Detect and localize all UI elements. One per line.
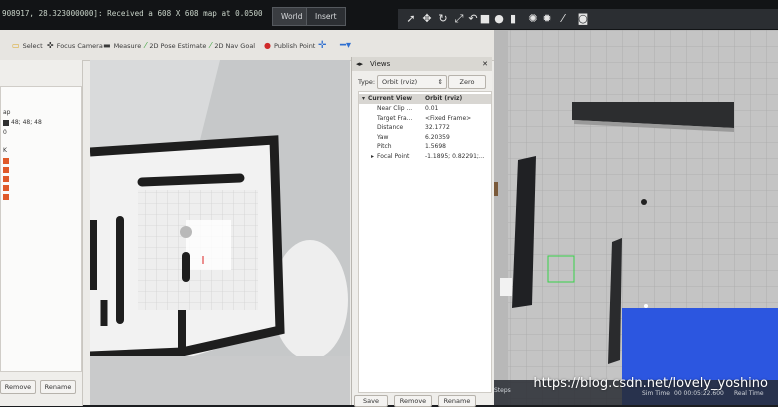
close-icon[interactable]: ✕	[482, 57, 488, 71]
property-row[interactable]: ▸ Focal Point -1.1895; 0.82291;...	[359, 152, 491, 162]
measure-button[interactable]: ▬ Measure	[103, 39, 141, 53]
occupancy-map-render	[90, 60, 350, 405]
sphere-icon[interactable]: ●	[492, 12, 506, 26]
sun-icon[interactable]: ✺	[526, 12, 540, 26]
display-row[interactable]: 0	[3, 129, 7, 136]
views-title-bar: ◂▸ Views ✕	[352, 57, 492, 71]
zero-button[interactable]: Zero	[448, 75, 486, 89]
nav-goal-icon: ⁄	[210, 41, 212, 50]
select-tool-button[interactable]: ▭ Select	[12, 39, 43, 53]
views-panel-icon: ◂▸	[356, 60, 364, 68]
focus-camera-icon: ✜	[47, 41, 54, 50]
displays-panel: ap 48; 48; 48 0 K Remove Rename	[0, 60, 83, 406]
publish-point-button[interactable]: ● Publish Point	[264, 39, 315, 53]
select-icon: ▭	[12, 41, 20, 50]
color-swatch	[3, 119, 9, 126]
remove-display-button[interactable]: Remove	[0, 380, 36, 394]
display-row[interactable]: 48; 48; 48	[3, 119, 42, 126]
rename-view-button[interactable]: Rename	[438, 395, 476, 407]
expand-arrow-icon[interactable]: ▸	[371, 152, 374, 162]
steps-label: Steps	[494, 387, 511, 394]
property-row[interactable]: Near Clip ... 0.01	[359, 104, 491, 114]
real-time-label: Real Time	[734, 390, 764, 397]
rename-display-button[interactable]: Rename	[40, 380, 76, 394]
box-icon[interactable]: ■	[478, 12, 492, 26]
sim-time-value: 00 00:05:22.600	[674, 390, 724, 397]
measure-icon: ▬	[103, 41, 111, 50]
checkbox-icon[interactable]	[3, 157, 11, 164]
terminal-log-text: 908917, 28.323000000]: Received a 608 X …	[2, 9, 263, 18]
checkbox-icon[interactable]	[3, 166, 11, 173]
property-row[interactable]: Distance 32.1772	[359, 123, 491, 133]
remove-tool-icon[interactable]: ━▾	[340, 39, 351, 53]
cylinder-icon[interactable]: ▮	[506, 12, 520, 26]
nav-goal-button[interactable]: ⁄ 2D Nav Goal	[210, 39, 255, 53]
displays-tree: ap 48; 48; 48 0 K	[0, 86, 82, 372]
type-label: Type:	[358, 78, 376, 86]
checkbox-icon[interactable]	[3, 193, 11, 200]
property-row[interactable]: Yaw 6.20359	[359, 133, 491, 143]
select-arrow-icon[interactable]: ➚	[404, 12, 418, 26]
gazebo-scene[interactable]	[494, 30, 778, 405]
save-view-button[interactable]: Save	[354, 395, 388, 407]
translate-icon[interactable]: ✥	[420, 12, 434, 26]
display-row[interactable]: ap	[3, 109, 11, 116]
box-brown	[494, 182, 498, 196]
pose-estimate-icon: ⁄	[145, 41, 147, 50]
box-white	[500, 278, 512, 296]
rviz-3d-viewport[interactable]	[90, 60, 350, 405]
tab-insert[interactable]: Insert	[306, 7, 346, 26]
display-row[interactable]: K	[3, 147, 7, 154]
scale-icon[interactable]: ⤢	[452, 12, 466, 26]
view-type-select[interactable]: Orbit (rviz) ⇕	[377, 75, 447, 89]
chevron-updown-icon: ⇕	[437, 78, 443, 86]
property-row[interactable]: Pitch 1.5698	[359, 142, 491, 152]
sim-time-label: Sim Time	[642, 390, 670, 397]
gazebo-world-render	[494, 30, 778, 405]
property-row[interactable]: Target Fra... <Fixed Frame>	[359, 114, 491, 124]
watermark-text: https://blog.csdn.net/lovely_yoshino	[533, 376, 768, 391]
screenshot-icon[interactable]: ◙	[576, 12, 590, 26]
add-tool-icon[interactable]: ✛	[318, 39, 326, 53]
publish-point-icon: ●	[264, 41, 271, 50]
current-view-row[interactable]: ▾ Current View Orbit (rviz)	[359, 94, 491, 104]
gazebo-toolbar: ➚ ✥ ↻ ⤢ ↶ ■ ● ▮ ✺ ✹ ⁄ ◙	[398, 9, 778, 29]
rotate-icon[interactable]: ↻	[436, 12, 450, 26]
small-object	[641, 199, 647, 205]
views-panel: ◂▸ Views ✕ Type: Orbit (rviz) ⇕ Zero ▾ Cu…	[351, 57, 492, 407]
focus-camera-button[interactable]: ✜ Focus Camera	[47, 39, 103, 53]
pose-estimate-button[interactable]: ⁄ 2D Pose Estimate	[145, 39, 206, 53]
robot-marker	[180, 226, 192, 238]
checkbox-icon[interactable]	[3, 175, 11, 182]
views-title: Views	[370, 60, 391, 68]
checkbox-icon[interactable]	[3, 184, 11, 191]
spot-light-icon[interactable]: ✹	[540, 12, 554, 26]
expand-arrow-icon[interactable]: ▾	[362, 94, 365, 104]
remove-view-button[interactable]: Remove	[394, 395, 432, 407]
views-property-tree: ▾ Current View Orbit (rviz) Near Clip ..…	[358, 91, 492, 393]
directional-light-icon[interactable]: ⁄	[556, 12, 570, 26]
